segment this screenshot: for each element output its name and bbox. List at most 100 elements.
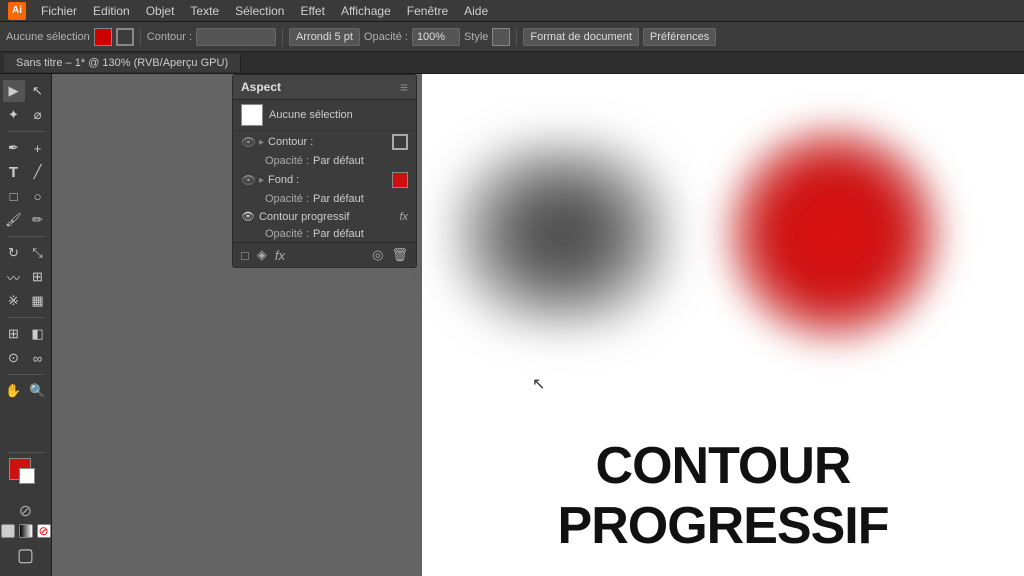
style-swatch[interactable] [492,28,510,46]
fond-label: Fond : [268,174,388,186]
contour-opacity-label: Opacité : [265,155,309,167]
document-tab[interactable]: Sans titre – 1* @ 130% (RVB/Aperçu GPU) [4,54,241,72]
zoom-tool[interactable]: 🔍 [27,380,49,402]
menu-effet[interactable]: Effet [293,2,331,20]
fond-visibility-icon[interactable]: 👁 [241,173,255,187]
blend-tool[interactable]: ∞ [27,347,49,369]
progressif-visibility-icon[interactable]: 👁 [241,210,255,223]
tools-panel: ▶ ↖ ✦ ⌀ ✒ + T ╱ □ ○ 🖌 ✏ ↻ ⤡ 〰 [0,74,52,576]
fond-expand-icon[interactable]: ▸ [259,175,264,186]
contour-visibility-icon[interactable]: 👁 [241,135,255,149]
column-graph-tool[interactable]: ▦ [27,290,49,312]
aspect-sel-swatch [241,104,263,126]
aspect-panel-header[interactable]: Aspect ≡ [233,75,416,100]
lasso-tool[interactable]: ⌀ [27,104,49,126]
selection-tool[interactable]: ▶ [3,80,25,102]
menu-objet[interactable]: Objet [139,2,182,20]
progressif-opacity-value: Par défaut [313,228,364,240]
toolbar-separator-1 [140,28,141,46]
fill-btn[interactable] [1,524,15,538]
rotate-tool[interactable]: ↻ [3,242,25,264]
contour-input[interactable] [196,28,276,46]
menu-affichage[interactable]: Affichage [334,2,398,20]
pen-tool[interactable]: ✒ [3,137,25,159]
fond-opacity-value: Par défaut [313,193,364,205]
tools-divider-2 [8,236,44,237]
menu-texte[interactable]: Texte [183,2,226,20]
opacite-label: Opacité : [364,31,408,43]
ellipse-tool[interactable]: ○ [27,185,49,207]
none-btn[interactable]: ⊘ [37,524,51,538]
progressif-opacity-row: Opacité : Par défaut [233,226,416,242]
type-tool[interactable]: T [3,161,25,183]
style-label: Style [464,31,488,43]
canvas-area: Aspect ≡ Aucune sélection 👁 ▸ Contour : … [52,74,1024,576]
canvas-main-text: CONTOUR PROGRESSIF [452,436,994,556]
color-swatch-area[interactable] [9,458,43,492]
blurry-square-shape [447,134,677,334]
artboard-tool[interactable]: ▢ [10,544,42,566]
contour-label: Contour : [147,31,192,43]
direct-selection-tool[interactable]: ↖ [27,80,49,102]
free-transform-tool[interactable]: ⊞ [27,266,49,288]
eyedropper-tool[interactable]: ⊙ [3,347,25,369]
fill-swatch[interactable] [94,28,112,46]
tools-divider-5 [8,452,44,453]
artboard: CONTOUR PROGRESSIF ↖ [422,74,1024,576]
aspect-panel-footer: □ ◈ fx ◎ 🗑 [233,242,416,267]
pencil-tool[interactable]: ✏ [27,209,49,231]
fx-btn[interactable]: fx [275,248,285,263]
format-document-btn[interactable]: Format de document [523,28,639,46]
add-anchor-tool[interactable]: + [27,137,49,159]
symbol-tool[interactable]: ※ [3,290,25,312]
rect-tool[interactable]: □ [3,185,25,207]
menu-fichier[interactable]: Fichier [34,2,84,20]
background-swatch[interactable] [19,468,35,484]
aspect-selection-row: Aucune sélection [233,100,416,131]
tools-divider-4 [8,374,44,375]
hand-tool[interactable]: ✋ [3,380,25,402]
menu-selection[interactable]: Sélection [228,2,291,20]
opacite-input[interactable] [412,28,460,46]
clear-btn[interactable]: ◎ [372,247,383,263]
app-logo: Ai [8,2,26,20]
contour-expand-icon[interactable]: ▸ [259,137,264,148]
fond-row: 👁 ▸ Fond : [233,169,416,191]
menu-fenetre[interactable]: Fenêtre [400,2,455,20]
preferences-btn[interactable]: Préférences [643,28,716,46]
line-tool[interactable]: ╱ [27,161,49,183]
menu-bar: Ai Fichier Edition Objet Texte Sélection… [0,0,1024,22]
aspect-panel-close[interactable]: ≡ [400,79,408,95]
add-new-fill-btn[interactable]: ◈ [257,247,267,263]
stroke-swatch[interactable] [116,28,134,46]
contour-swatch[interactable] [392,134,408,150]
tools-divider-1 [8,131,44,132]
mesh-tool[interactable]: ⊞ [3,323,25,345]
menu-edition[interactable]: Edition [86,2,137,20]
aspect-panel-title: Aspect [241,80,281,94]
contour-opacity-value: Par défaut [313,155,364,167]
arrondi-btn[interactable]: Arrondi 5 pt [289,28,360,46]
fond-swatch[interactable] [392,172,408,188]
contour-row: 👁 ▸ Contour : [233,131,416,153]
gradient-btn[interactable] [19,524,33,538]
paintbrush-tool[interactable]: 🖌 [3,209,25,231]
aspect-selection-label: Aucune sélection [269,109,353,121]
fond-opacity-row: Opacité : Par défaut [233,191,416,207]
none-swatch[interactable]: ⊘ [15,500,37,522]
contour-progressif-row: 👁 Contour progressif fx [233,207,416,226]
toolbar-separator-2 [282,28,283,46]
contour-opacity-row: Opacité : Par défaut [233,153,416,169]
selection-label: Aucune sélection [6,31,90,43]
tab-bar: Sans titre – 1* @ 130% (RVB/Aperçu GPU) [0,52,1024,74]
scale-tool[interactable]: ⤡ [27,242,49,264]
gradient-tool[interactable]: ◧ [27,323,49,345]
magic-wand-tool[interactable]: ✦ [3,104,25,126]
warp-tool[interactable]: 〰 [3,266,25,288]
toolbar-separator-3 [516,28,517,46]
menu-aide[interactable]: Aide [457,2,495,20]
aspect-panel: Aspect ≡ Aucune sélection 👁 ▸ Contour : … [232,74,417,268]
contour-progressif-label: Contour progressif [259,211,395,223]
delete-btn[interactable]: 🗑 [391,247,408,263]
add-new-stroke-btn[interactable]: □ [241,248,249,263]
